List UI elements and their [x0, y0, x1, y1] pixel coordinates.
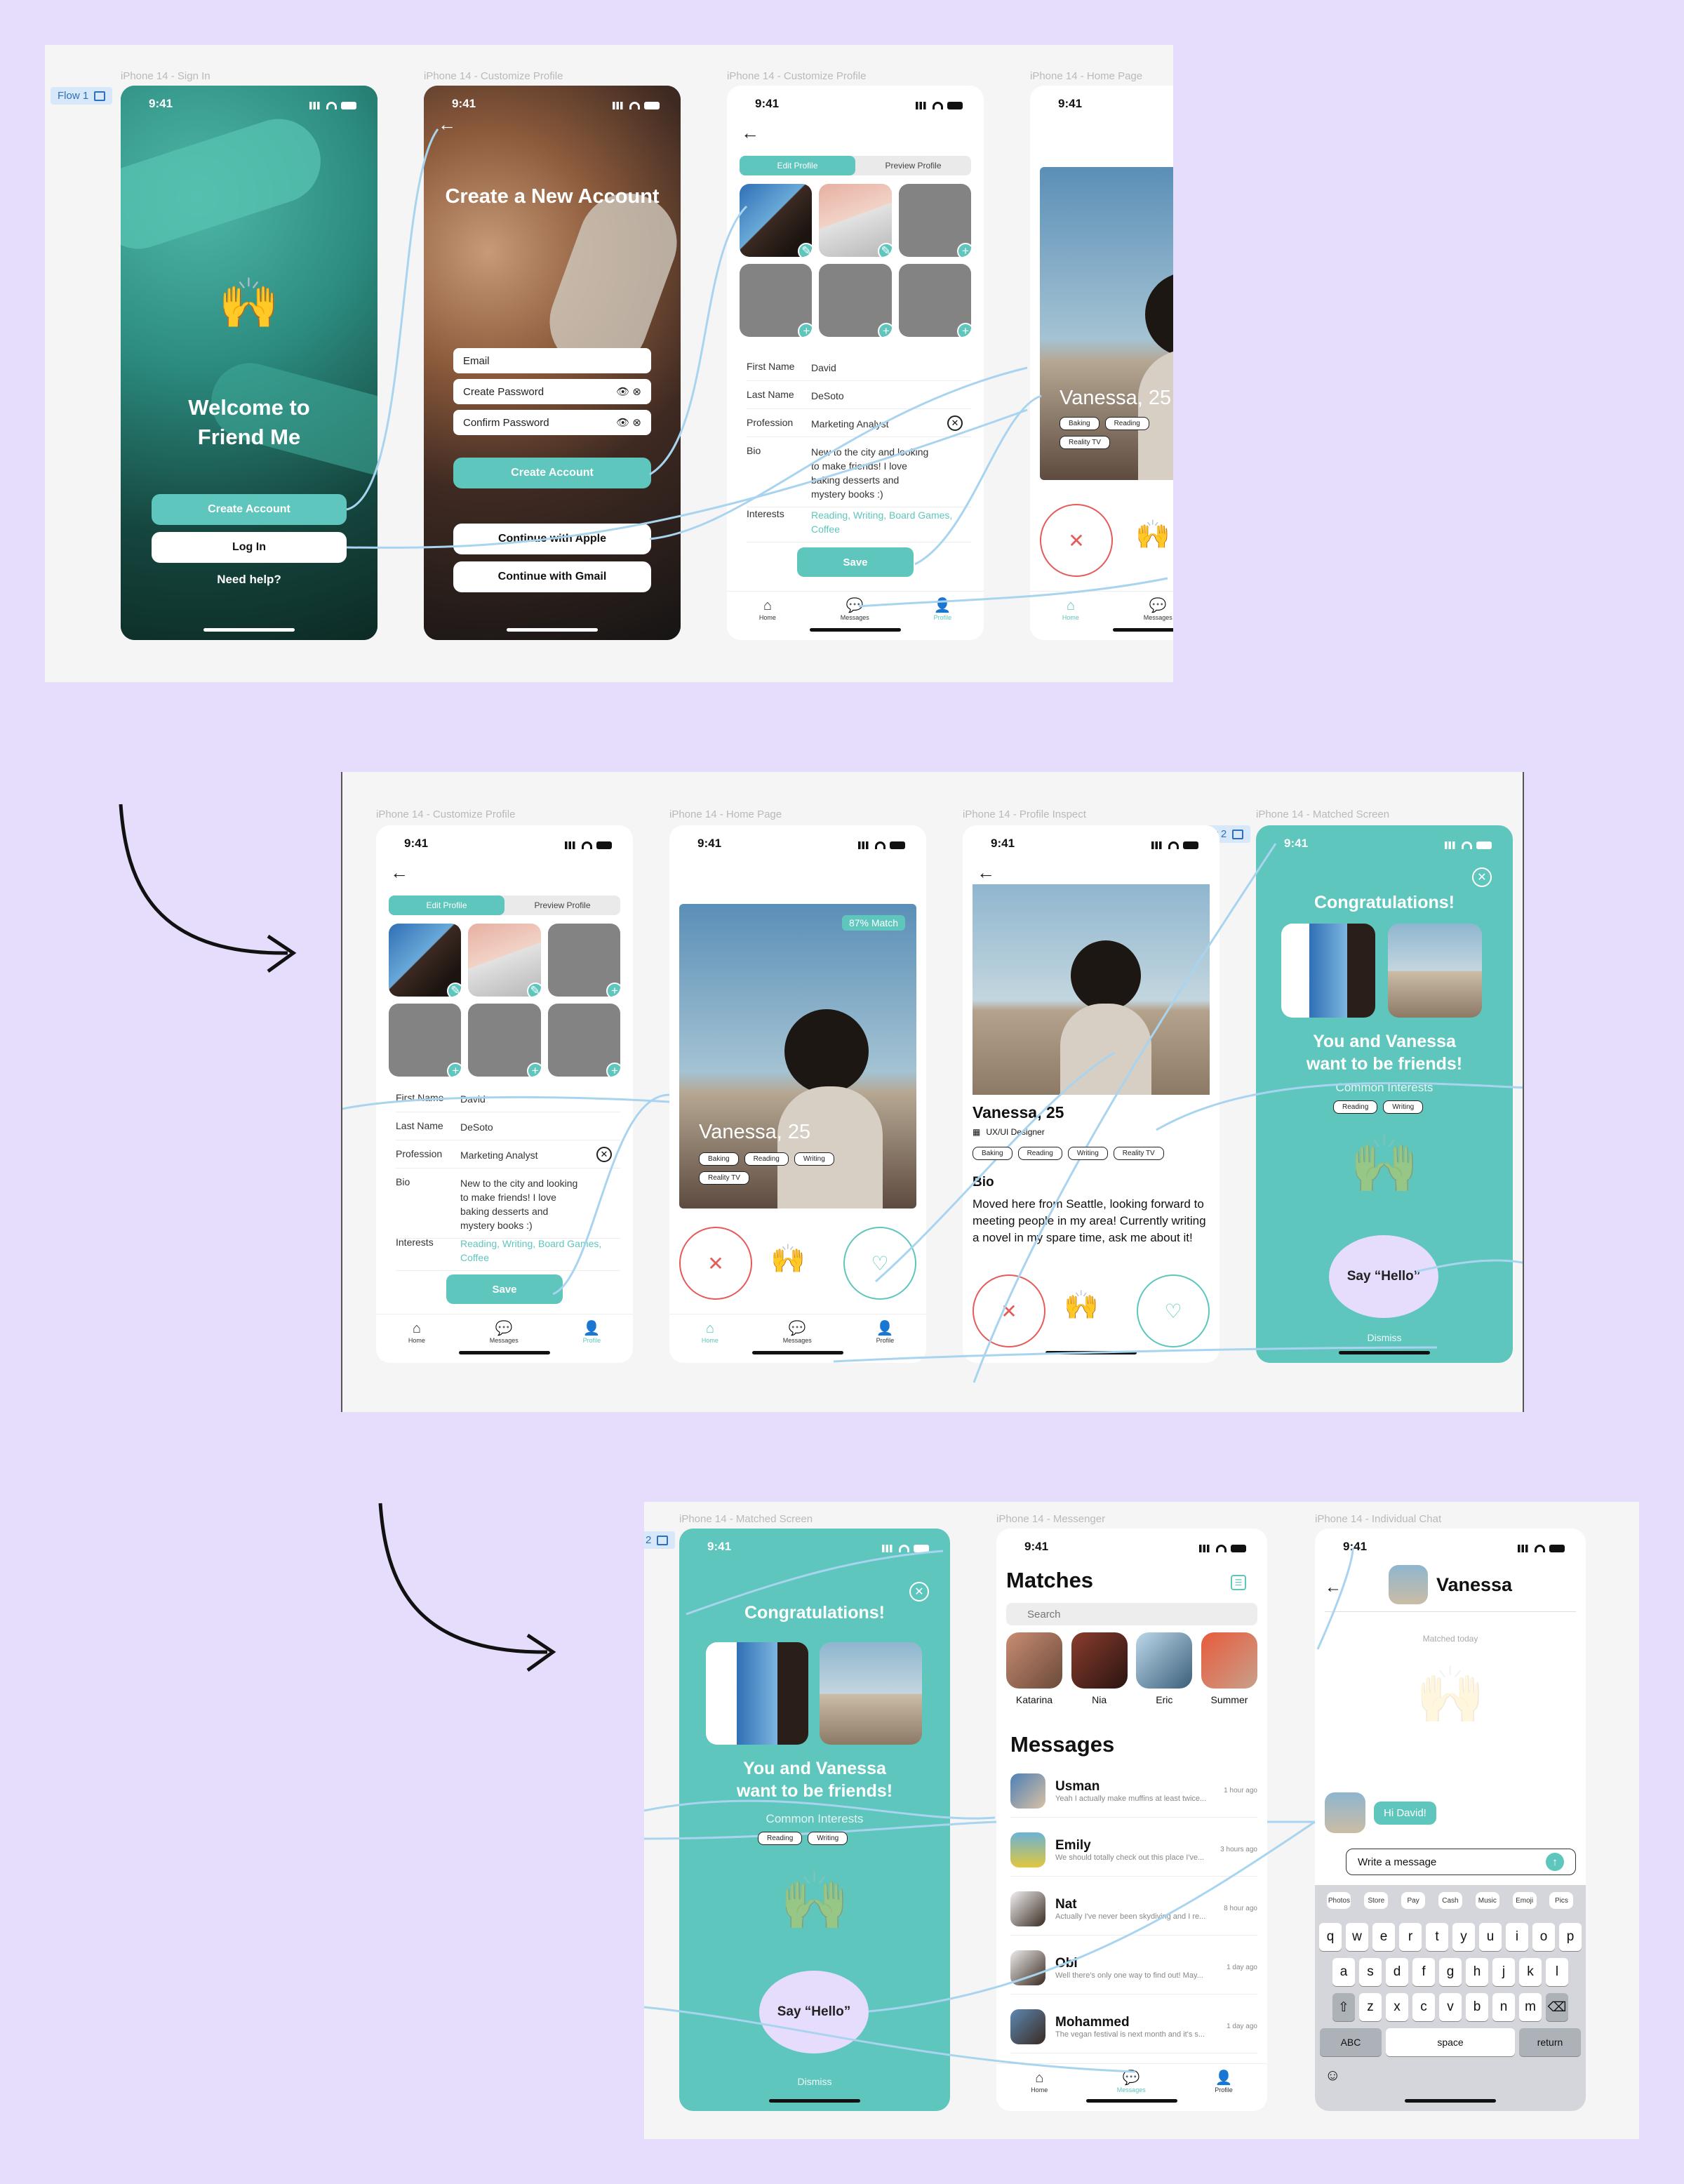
chip: Baking	[973, 1147, 1013, 1160]
flow1-board: Flow 1 iPhone 14 - Sign In iPhone 14 - C…	[45, 45, 1173, 682]
interest-chips: Baking Reading Writing Reality TV	[699, 1152, 881, 1185]
interest-chips: Baking Reading Writing Reality TV	[973, 1147, 1210, 1160]
card-name: Vanessa, 25	[699, 1121, 811, 1143]
common-chips: Reading Writing	[758, 1832, 848, 1845]
chip: Writing	[1383, 1100, 1424, 1114]
chip: Baking	[699, 1152, 739, 1166]
chip: Writing	[808, 1832, 848, 1845]
chip: Reality TV	[699, 1171, 749, 1185]
card-name: Vanessa, 25	[1060, 387, 1172, 409]
chip: Baking	[1060, 417, 1100, 430]
chip: Reading	[1017, 1147, 1062, 1160]
flow3-board: 2 iPhone 14 - Matched Screen iPhone 14 -…	[644, 1502, 1639, 2139]
chip: Reading	[744, 1152, 789, 1166]
chip: Reading	[758, 1832, 803, 1845]
prototype-connections	[644, 1547, 1354, 2073]
common-chips: Reading Writing	[1333, 1100, 1424, 1114]
chip: Reading	[1104, 417, 1149, 430]
chip: Reality TV	[1113, 1147, 1164, 1160]
chip: Reading	[1333, 1100, 1378, 1114]
flow-arrow	[378, 1503, 556, 1672]
flow-arrow	[119, 804, 297, 973]
flow2-board: iPhone 14 - Customize Profile iPhone 14 …	[341, 772, 1524, 1412]
prototype-connections	[342, 843, 1523, 1383]
prototype-connections	[346, 128, 1168, 608]
chip: Writing	[794, 1152, 834, 1166]
interest-chips: Baking Reading Reality TV	[1060, 417, 1173, 449]
chip: Reality TV	[1060, 436, 1110, 449]
match-badge: 87% Match	[841, 915, 905, 931]
chip: Writing	[1067, 1147, 1108, 1160]
